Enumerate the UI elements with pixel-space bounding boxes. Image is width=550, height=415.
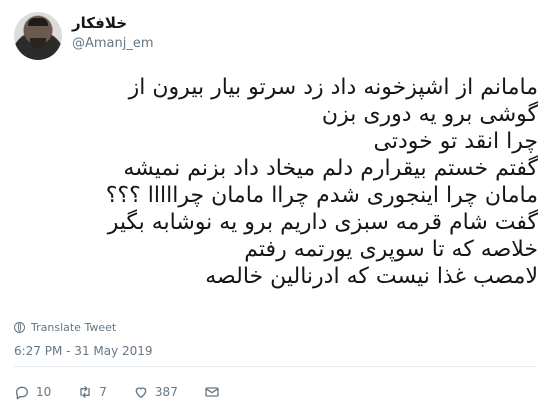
tweet-line: لامصب غذا نیست که ادرنالین خالصه: [205, 264, 538, 289]
tweet-line: گوشی برو یه دوری بزن: [321, 102, 538, 127]
tweet-line: چرا انقد تو خودتی: [373, 129, 538, 154]
reply-icon: [16, 386, 28, 400]
divider: [14, 366, 536, 367]
translate-label: Translate Tweet: [31, 321, 117, 334]
retweet-button[interactable]: 7: [77, 384, 107, 400]
heart-icon: [135, 387, 147, 398]
tweet-line: مامان چرا اینجوری شدم چراا مامان چرااااا…: [105, 183, 538, 208]
like-count: 387: [154, 385, 178, 399]
tweet-line: مامانم از اشپزخونه داد زد سرتو بیار بیرو…: [128, 75, 538, 100]
tweet-line: گفتم خستم بیقرارم دلم میخاد داد بزنم نمی…: [123, 156, 538, 181]
globe-icon: [14, 322, 25, 333]
translate-tweet-link[interactable]: Translate Tweet: [14, 321, 116, 334]
tweet-line: خلاصه که تا سوپری یورتمه رفتم: [244, 237, 538, 262]
tweet-line: گفت شام قرمه سبزی داریم برو یه نوشابه بگ…: [107, 210, 538, 235]
mail-icon: [205, 387, 219, 397]
tweet-text: مامانم از اشپزخونه داد زد سرتو بیار بیرو…: [60, 74, 538, 290]
reply-button[interactable]: 10: [14, 384, 51, 400]
reply-count: 10: [36, 385, 52, 399]
avatar-beard: [30, 38, 46, 48]
display-name[interactable]: خلافکار: [72, 14, 127, 32]
tweet-timestamp[interactable]: 6:27 PM - 31 May 2019: [14, 344, 153, 358]
avatar-hair: [28, 18, 48, 26]
retweet-count: 7: [99, 385, 107, 399]
user-handle[interactable]: @Amanj_em: [72, 36, 154, 51]
avatar[interactable]: [14, 12, 62, 60]
dm-button[interactable]: [204, 384, 220, 400]
action-bar: 10 7 387: [14, 384, 246, 400]
retweet-icon: [80, 386, 90, 398]
like-button[interactable]: 387: [133, 384, 178, 400]
